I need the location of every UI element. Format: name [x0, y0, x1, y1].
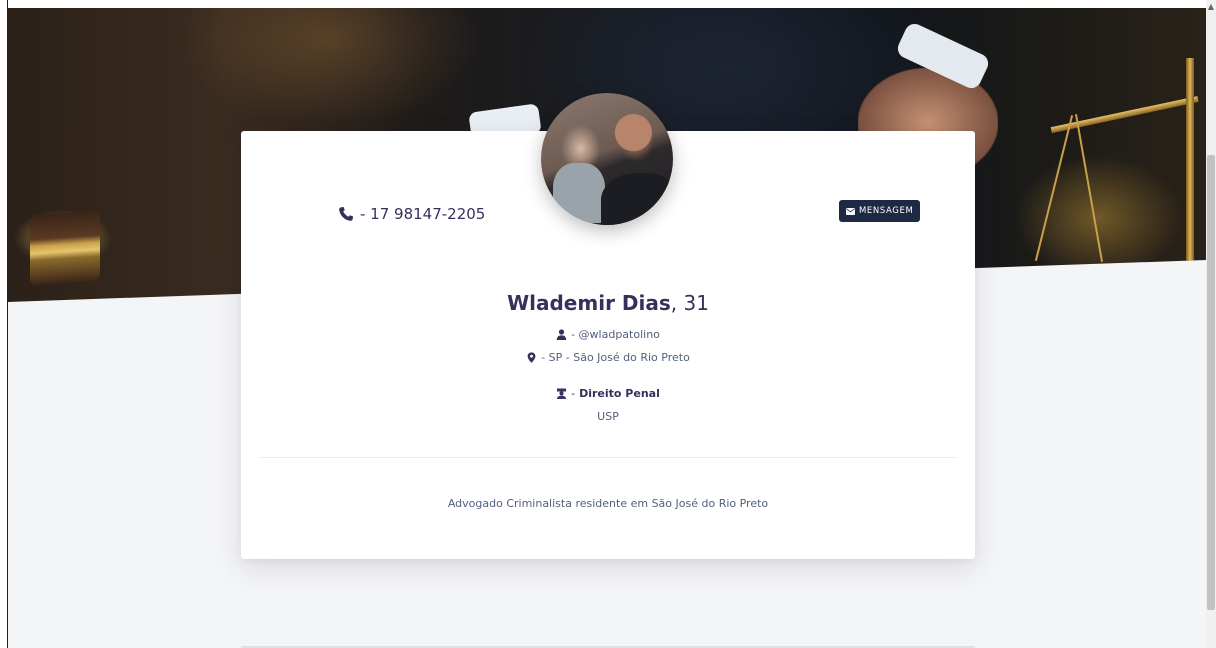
avatar-photo-detail [553, 163, 605, 223]
map-marker-icon [527, 352, 536, 363]
avatar[interactable] [541, 93, 673, 225]
phone-text: - 17 98147-2205 [360, 205, 486, 223]
card-divider [259, 457, 957, 458]
gavel-graphic [30, 210, 100, 286]
envelope-icon [846, 207, 855, 215]
graduate-icon [557, 388, 567, 399]
profile-name: Wlademir Dias [507, 291, 671, 315]
phone-icon [339, 207, 353, 221]
scale-string-graphic [1074, 113, 1104, 263]
scale-pole-graphic [1186, 58, 1194, 268]
location-line: - SP - São José do Rio Preto [241, 351, 975, 364]
message-button[interactable]: MENSAGEM [839, 200, 921, 222]
practice-area-prefix: - [571, 387, 576, 400]
profile-card: - 17 98147-2205 MENSAGEM Wlademir Dias, … [241, 93, 975, 559]
scroll-up-arrow-icon[interactable]: ▲ [1206, 2, 1216, 12]
practice-area-line: - Direito Penal [241, 387, 975, 400]
page-area: - 17 98147-2205 MENSAGEM Wlademir Dias, … [8, 8, 1206, 648]
vertical-scrollbar[interactable]: ▲ [1206, 0, 1216, 648]
avatar-photo-detail [601, 173, 673, 225]
username-line: - @wladpatolino [241, 328, 975, 341]
profile-bio: Advogado Criminalista residente em São J… [447, 497, 769, 510]
profile-name-heading: Wlademir Dias, 31 [241, 291, 975, 315]
school-text: USP [597, 410, 619, 423]
phone-number: - 17 98147-2205 [338, 205, 485, 223]
scrollbar-thumb[interactable] [1207, 155, 1215, 610]
location-text: - SP - São José do Rio Preto [541, 351, 690, 364]
username-text: - @wladpatolino [571, 328, 660, 341]
school-line: USP [241, 410, 975, 423]
profile-age: , 31 [670, 291, 709, 315]
scale-string-graphic [1034, 114, 1074, 262]
user-icon [556, 329, 567, 340]
window-left-border [0, 0, 8, 648]
practice-area-text: Direito Penal [579, 387, 660, 400]
message-button-label: MENSAGEM [859, 206, 914, 216]
